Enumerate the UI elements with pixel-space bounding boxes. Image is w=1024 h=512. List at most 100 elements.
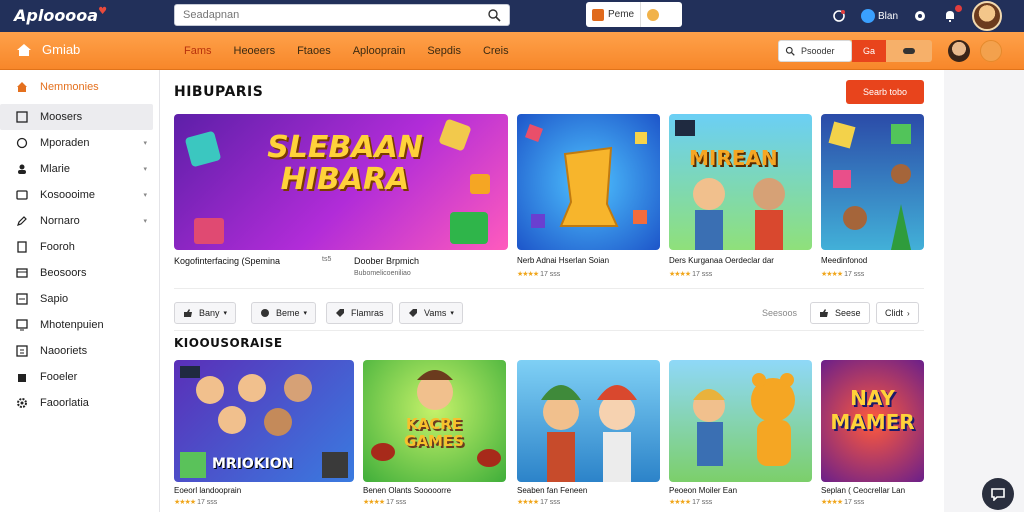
sync-icon[interactable]	[831, 8, 847, 24]
section-title: KIOOUSORAISE	[174, 336, 283, 350]
game-thumbnail[interactable]	[821, 114, 924, 250]
tab-4[interactable]: Sepdis	[417, 32, 471, 70]
game-card[interactable]: MRIOKION Eoeorl landooprain ★★★★ 17 sss	[174, 360, 354, 510]
game-thumbnail[interactable]: MRIOKION	[174, 360, 354, 482]
game-thumbnail[interactable]: SLEBAAN HIBARA	[174, 114, 508, 250]
sidebar-item-0[interactable]: Nemmonies	[0, 70, 159, 104]
game-thumbnail[interactable]	[517, 114, 660, 250]
rating-stars: ★★★★	[821, 271, 843, 278]
nav-tabs: Fams Heoeers Ftaoes Aplooprain Sepdis Cr…	[174, 32, 521, 70]
rating-stars: ★★★★	[517, 271, 539, 278]
game-thumbnail[interactable]	[517, 360, 660, 482]
tag-icon	[336, 309, 344, 317]
tab-5[interactable]: Creis	[473, 32, 519, 70]
filter-button[interactable]: Beme ▾	[251, 302, 317, 324]
game-card[interactable]: Nerb Adnai Hserlan Soian ★★★★ 17 sss	[517, 114, 660, 290]
sidebar-item-1[interactable]: Moosers	[0, 104, 153, 130]
filter-label: Vams	[424, 308, 447, 318]
card-title[interactable]: Doober Brpmich	[354, 256, 419, 266]
filter-button[interactable]: Bany ▾	[174, 302, 237, 324]
search-input[interactable]	[175, 5, 475, 25]
nav-game-button[interactable]	[886, 40, 932, 62]
sidebar: Nemmonies Moosers Mporaden ▾ Mlarie ▾ Koso…	[0, 70, 160, 512]
game-art	[675, 120, 785, 250]
sidebar-item-7[interactable]: Beosoors	[0, 260, 159, 286]
chevron-right-icon: ›	[907, 308, 910, 318]
game-pill-label: Peme	[608, 9, 635, 20]
sidebar-item-5[interactable]: Nornaro ▾	[0, 208, 159, 234]
tab-0[interactable]: Fams	[174, 32, 222, 70]
chevron-down-icon: ▾	[143, 192, 147, 199]
nav-red-button[interactable]: Ga	[852, 40, 886, 62]
sidebar-item-3[interactable]: Mlarie ▾	[0, 156, 159, 182]
game-thumbnail[interactable]: KACRE GAMES	[363, 360, 506, 482]
game-thumbnail[interactable]	[669, 360, 812, 482]
sidebar-item-label: Fooroh	[40, 241, 75, 253]
game-card[interactable]: Peoeon Moiler Ean ★★★★ 17 sss	[669, 360, 812, 510]
game-thumbnail[interactable]: NAY MAMER	[821, 360, 924, 482]
rating-count: 17 sss	[197, 499, 218, 506]
nav-avatar[interactable]	[948, 40, 970, 62]
next-button[interactable]: Clidt ›	[876, 302, 919, 324]
sidebar-item-label: Kosoooime	[40, 189, 96, 201]
app-logo[interactable]: Aplooooa♥	[14, 6, 107, 25]
bell-icon[interactable]	[942, 5, 962, 24]
game-thumbnail[interactable]: MIREAN	[669, 114, 812, 250]
game-card[interactable]: Meedinfonod ★★★★ 17 sss	[821, 114, 924, 290]
sidebar-item-8[interactable]: Sapio	[0, 286, 159, 312]
topbar-right: Blan	[831, 0, 1024, 32]
character-pill[interactable]	[640, 2, 669, 27]
view-all-button[interactable]: Searb tobo	[846, 80, 924, 104]
search-icon[interactable]	[487, 8, 501, 22]
chat-button[interactable]	[982, 478, 1014, 510]
settings-icon[interactable]	[912, 8, 928, 24]
app-logo-text: Aplooooa	[14, 6, 99, 25]
sidebar-item-label: Faoorlatia	[40, 397, 89, 409]
game-card[interactable]: SLEBAAN HIBARA Kogofinterfacing (Spemina…	[174, 114, 508, 290]
pen-icon	[17, 216, 27, 226]
filter-button[interactable]: Flamras	[326, 302, 393, 324]
sidebar-item-9[interactable]: Mhotenpuien	[0, 312, 159, 338]
rating-count: 17 sss	[844, 271, 865, 278]
game-pill[interactable]: Peme	[586, 2, 640, 27]
tab-2[interactable]: Ftaoes	[287, 32, 341, 70]
card-title: Peoeon Moiler Ean	[669, 486, 738, 495]
top-pill-group: Peme	[586, 2, 682, 27]
search-icon	[785, 46, 795, 56]
game-art	[693, 373, 795, 466]
rating-stars: ★★★★	[669, 499, 691, 506]
filter-button[interactable]: Vams ▾	[399, 302, 463, 324]
game-card[interactable]: KACRE GAMES Benen Olants Sooooorre ★★★★ …	[363, 360, 506, 510]
nav-search-button[interactable]: Psooder	[778, 40, 852, 62]
card-rating: ★★★★ 17 sss	[517, 270, 560, 278]
filter-label: Bany	[199, 308, 220, 318]
nav-right-controls: Psooder Ga	[778, 40, 932, 62]
sort-button[interactable]: Seese	[810, 302, 870, 324]
game-card[interactable]: NAY MAMER Seplan ( Ceocrellar Lan ★★★★ 1…	[821, 360, 924, 510]
sidebar-item-11[interactable]: Fooeler	[0, 364, 159, 390]
sidebar-item-2[interactable]: Mporaden ▾	[0, 130, 159, 156]
card-rating: ★★★★ 17 sss	[517, 498, 560, 506]
filter-label: Flamras	[351, 308, 384, 318]
sidebar-item-4[interactable]: Kosoooime ▾	[0, 182, 159, 208]
filter-label: Beme	[276, 308, 300, 318]
right-rail	[944, 70, 1024, 512]
tab-3[interactable]: Aplooprain	[343, 32, 416, 70]
nav-menu-button[interactable]	[980, 40, 1002, 62]
game-card[interactable]: MIREAN Ders Kurganaa Oerdeclar dar ★★★★ …	[669, 114, 812, 290]
card-rating: ★★★★ 17 sss	[821, 270, 864, 278]
avatar[interactable]	[972, 1, 1002, 31]
rating-count: 17 sss	[386, 499, 407, 506]
game-art-title: SLEBAAN HIBARA	[267, 130, 423, 197]
user-pill[interactable]: Blan	[860, 9, 898, 23]
game-art-title: MRIOKION	[212, 456, 294, 472]
sidebar-item-10[interactable]: Naooriets	[0, 338, 159, 364]
card-rating: ★★★★ 17 sss	[669, 270, 712, 278]
sidebar-item-12[interactable]: Faoorlatia	[0, 390, 159, 416]
game-card[interactable]: Seaben fan Feneen ★★★★ 17 sss	[517, 360, 660, 510]
nav-home[interactable]: Gmiab	[16, 42, 80, 57]
search-box[interactable]	[174, 4, 510, 26]
tab-1[interactable]: Heoeers	[224, 32, 286, 70]
chat-icon	[991, 488, 1005, 501]
sidebar-item-6[interactable]: Fooroh	[0, 234, 159, 260]
